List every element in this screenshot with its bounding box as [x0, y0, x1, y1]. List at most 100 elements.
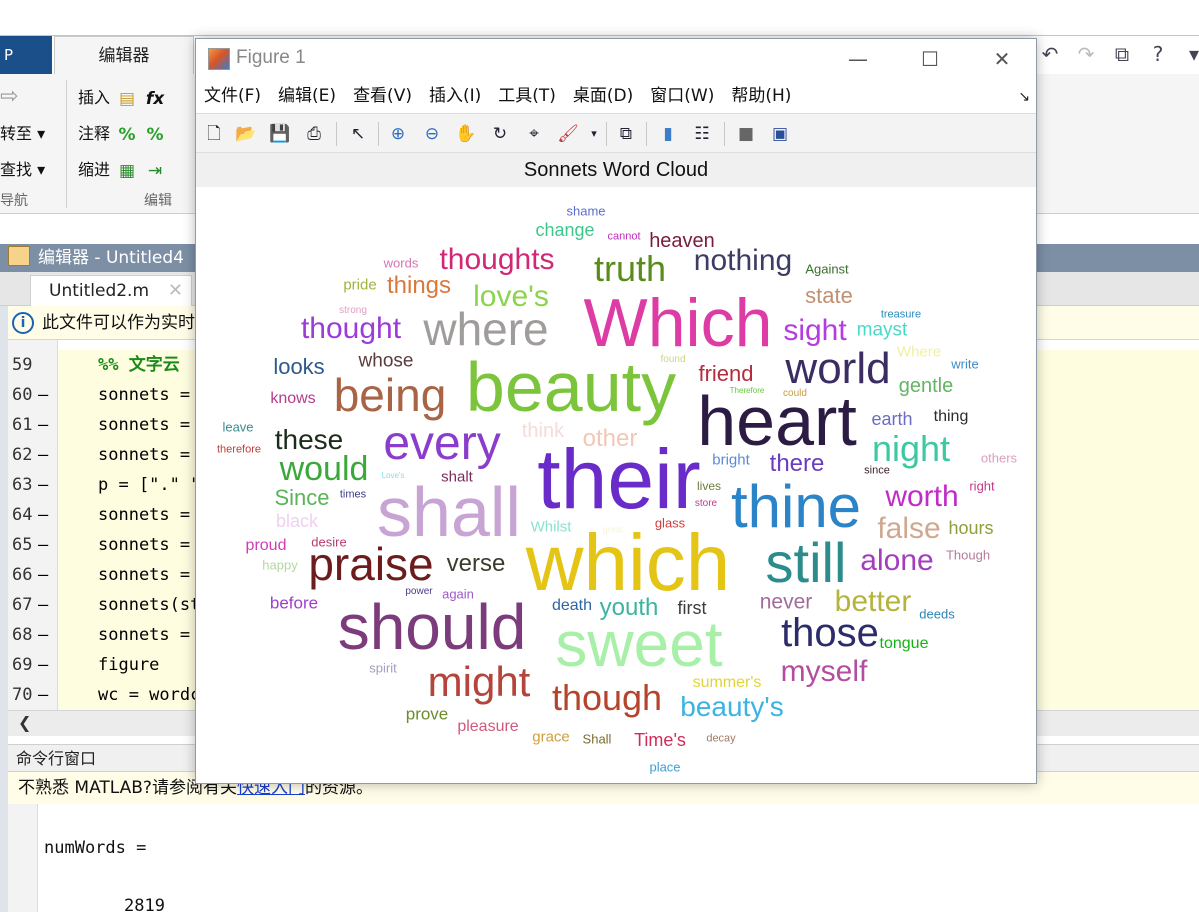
- scroll-left-icon[interactable]: ❮: [18, 713, 31, 732]
- word-knows: knows: [270, 390, 316, 407]
- line-number: 60: [12, 385, 33, 405]
- figure-menu-item[interactable]: 文件(F): [204, 81, 261, 111]
- uncomment-icon[interactable]: %: [144, 125, 166, 145]
- insert-label: 插入: [78, 88, 111, 107]
- word-verse: verse: [446, 550, 506, 577]
- indent-label: 缩进: [78, 160, 111, 179]
- wordcloud-area: shame change cannot heaven words thoughts trut…: [196, 187, 1036, 783]
- word-words: words: [383, 255, 419, 271]
- zoom-out-icon[interactable]: ⊖: [420, 122, 444, 146]
- word-right: right: [969, 478, 995, 494]
- word-thought: thought: [300, 312, 402, 345]
- word-beauty: beauty: [465, 348, 677, 426]
- group-label-nav: 导航: [0, 193, 28, 209]
- breakpoint-dash[interactable]: —: [38, 500, 48, 530]
- breakpoint-dash[interactable]: —: [38, 530, 48, 560]
- switch-windows-icon[interactable]: ⧉: [1109, 41, 1135, 67]
- figure-menu-item[interactable]: 编辑(E): [278, 81, 336, 111]
- zoom-in-icon[interactable]: ⊕: [386, 122, 410, 146]
- print-icon[interactable]: ⎙: [302, 122, 326, 146]
- figure-menu-item[interactable]: 帮助(H): [731, 81, 791, 111]
- word-nothing: nothing: [693, 244, 793, 277]
- word-shall: shall: [377, 473, 521, 551]
- pan-icon[interactable]: ✋: [454, 122, 478, 146]
- open-file-icon[interactable]: 📂: [234, 122, 258, 146]
- smart-indent-icon[interactable]: ▦: [116, 161, 138, 181]
- word-though: though: [551, 677, 663, 718]
- breakpoint-dash[interactable]: —: [38, 440, 48, 470]
- save-icon[interactable]: 💾: [268, 122, 292, 146]
- chevron-down-icon: ▾: [37, 160, 46, 179]
- code-text: wc = wordc: [98, 685, 201, 705]
- pointer-icon[interactable]: ↖: [346, 122, 370, 146]
- word-heart: heart: [697, 382, 857, 460]
- tab-previous[interactable]: P: [0, 36, 52, 74]
- word-mayst: mayst: [856, 319, 908, 341]
- breakpoint-dash[interactable]: —: [38, 380, 48, 410]
- figure-menu-item[interactable]: 桌面(D): [573, 81, 633, 111]
- breakpoint-dash[interactable]: —: [38, 410, 48, 440]
- word-their: their: [537, 432, 701, 526]
- close-icon[interactable]: ✕: [168, 276, 183, 306]
- breakpoint-dash[interactable]: —: [38, 620, 48, 650]
- help-icon[interactable]: ?: [1145, 41, 1171, 67]
- word-black: black: [275, 511, 319, 531]
- word-hours: hours: [948, 518, 994, 538]
- figure-menu-item[interactable]: 插入(I): [429, 81, 481, 111]
- figure-canvas: Sonnets Word Cloud shame change cannot heav…: [196, 153, 1036, 783]
- code-text: sonnets =: [98, 415, 191, 435]
- breakpoint-dash[interactable]: —: [38, 560, 48, 590]
- line-number: 69: [12, 655, 33, 675]
- word-whose: whose: [358, 350, 414, 372]
- breakpoint-dash[interactable]: —: [38, 680, 48, 710]
- link-plot-icon[interactable]: ⧉: [614, 122, 638, 146]
- figure-window[interactable]: Figure 1 — ☐ ✕ 文件(F) 编辑(E) 查看(V) 插入(I) 工具(T)…: [195, 38, 1037, 784]
- word-sweet: sweet: [555, 608, 723, 680]
- word-thine: thine: [730, 473, 862, 540]
- data-cursor-icon[interactable]: ⌖: [522, 122, 546, 146]
- minimize-button[interactable]: —: [836, 43, 880, 75]
- redo-icon[interactable]: ↷: [1073, 41, 1099, 67]
- dock-arrow-icon[interactable]: ↘: [1018, 89, 1030, 105]
- file-tab[interactable]: Untitled2.m ✕: [30, 275, 192, 306]
- word-looks: looks: [273, 354, 325, 379]
- word-night: night: [871, 428, 951, 469]
- insert-button[interactable]: 插入 ▤ fx: [78, 84, 166, 109]
- comment-icon[interactable]: %: [116, 125, 138, 145]
- breakpoint-dash[interactable]: —: [38, 590, 48, 620]
- maximize-button[interactable]: ☐: [908, 43, 952, 75]
- chart-title: Sonnets Word Cloud: [523, 159, 709, 181]
- back-icon[interactable]: ⇨: [0, 84, 18, 109]
- code-text: sonnets =: [98, 505, 191, 525]
- word-time-s: Time's: [634, 730, 686, 750]
- comment-button[interactable]: 注释%%: [78, 120, 166, 145]
- output-value: 2819: [124, 896, 165, 912]
- figure-titlebar[interactable]: Figure 1 — ☐ ✕: [196, 39, 1036, 81]
- breakpoint-dash[interactable]: —: [38, 470, 48, 500]
- tab-editor[interactable]: 编辑器: [54, 36, 194, 74]
- indent-button[interactable]: 缩进 ▦ ⇥: [78, 156, 166, 181]
- figure-menu-item[interactable]: 工具(T): [498, 81, 556, 111]
- comment-label: 注释: [78, 124, 111, 143]
- rotate-icon[interactable]: ↻: [488, 122, 512, 146]
- word-change: change: [535, 220, 595, 240]
- find-button[interactable]: 查找 ▾: [0, 156, 45, 180]
- breakpoint-dash[interactable]: —: [38, 650, 48, 680]
- figure-menu-item[interactable]: 查看(V): [353, 81, 412, 111]
- goto-button[interactable]: 转至 ▾: [0, 120, 45, 144]
- colorbar-icon[interactable]: ▮: [656, 122, 680, 146]
- word-deeds: deeds: [919, 606, 955, 622]
- fx-icon[interactable]: fx: [144, 89, 166, 109]
- legend-icon[interactable]: ☷: [690, 122, 714, 146]
- chevron-down-icon[interactable]: ▾: [582, 122, 606, 146]
- new-figure-icon[interactable]: 🗋: [202, 122, 226, 146]
- word-leave: leave: [222, 419, 254, 435]
- show-plot-tools-icon[interactable]: ▣: [768, 122, 792, 146]
- brush-icon[interactable]: 🖌: [556, 122, 580, 146]
- undo-icon[interactable]: ↶: [1037, 41, 1063, 67]
- chevron-down-icon[interactable]: ▾: [1181, 41, 1199, 67]
- increase-indent-icon[interactable]: ⇥: [144, 161, 166, 181]
- hide-plot-tools-icon[interactable]: ■: [734, 122, 758, 146]
- figure-menu-item[interactable]: 窗口(W): [650, 81, 714, 111]
- close-button[interactable]: ✕: [980, 43, 1024, 75]
